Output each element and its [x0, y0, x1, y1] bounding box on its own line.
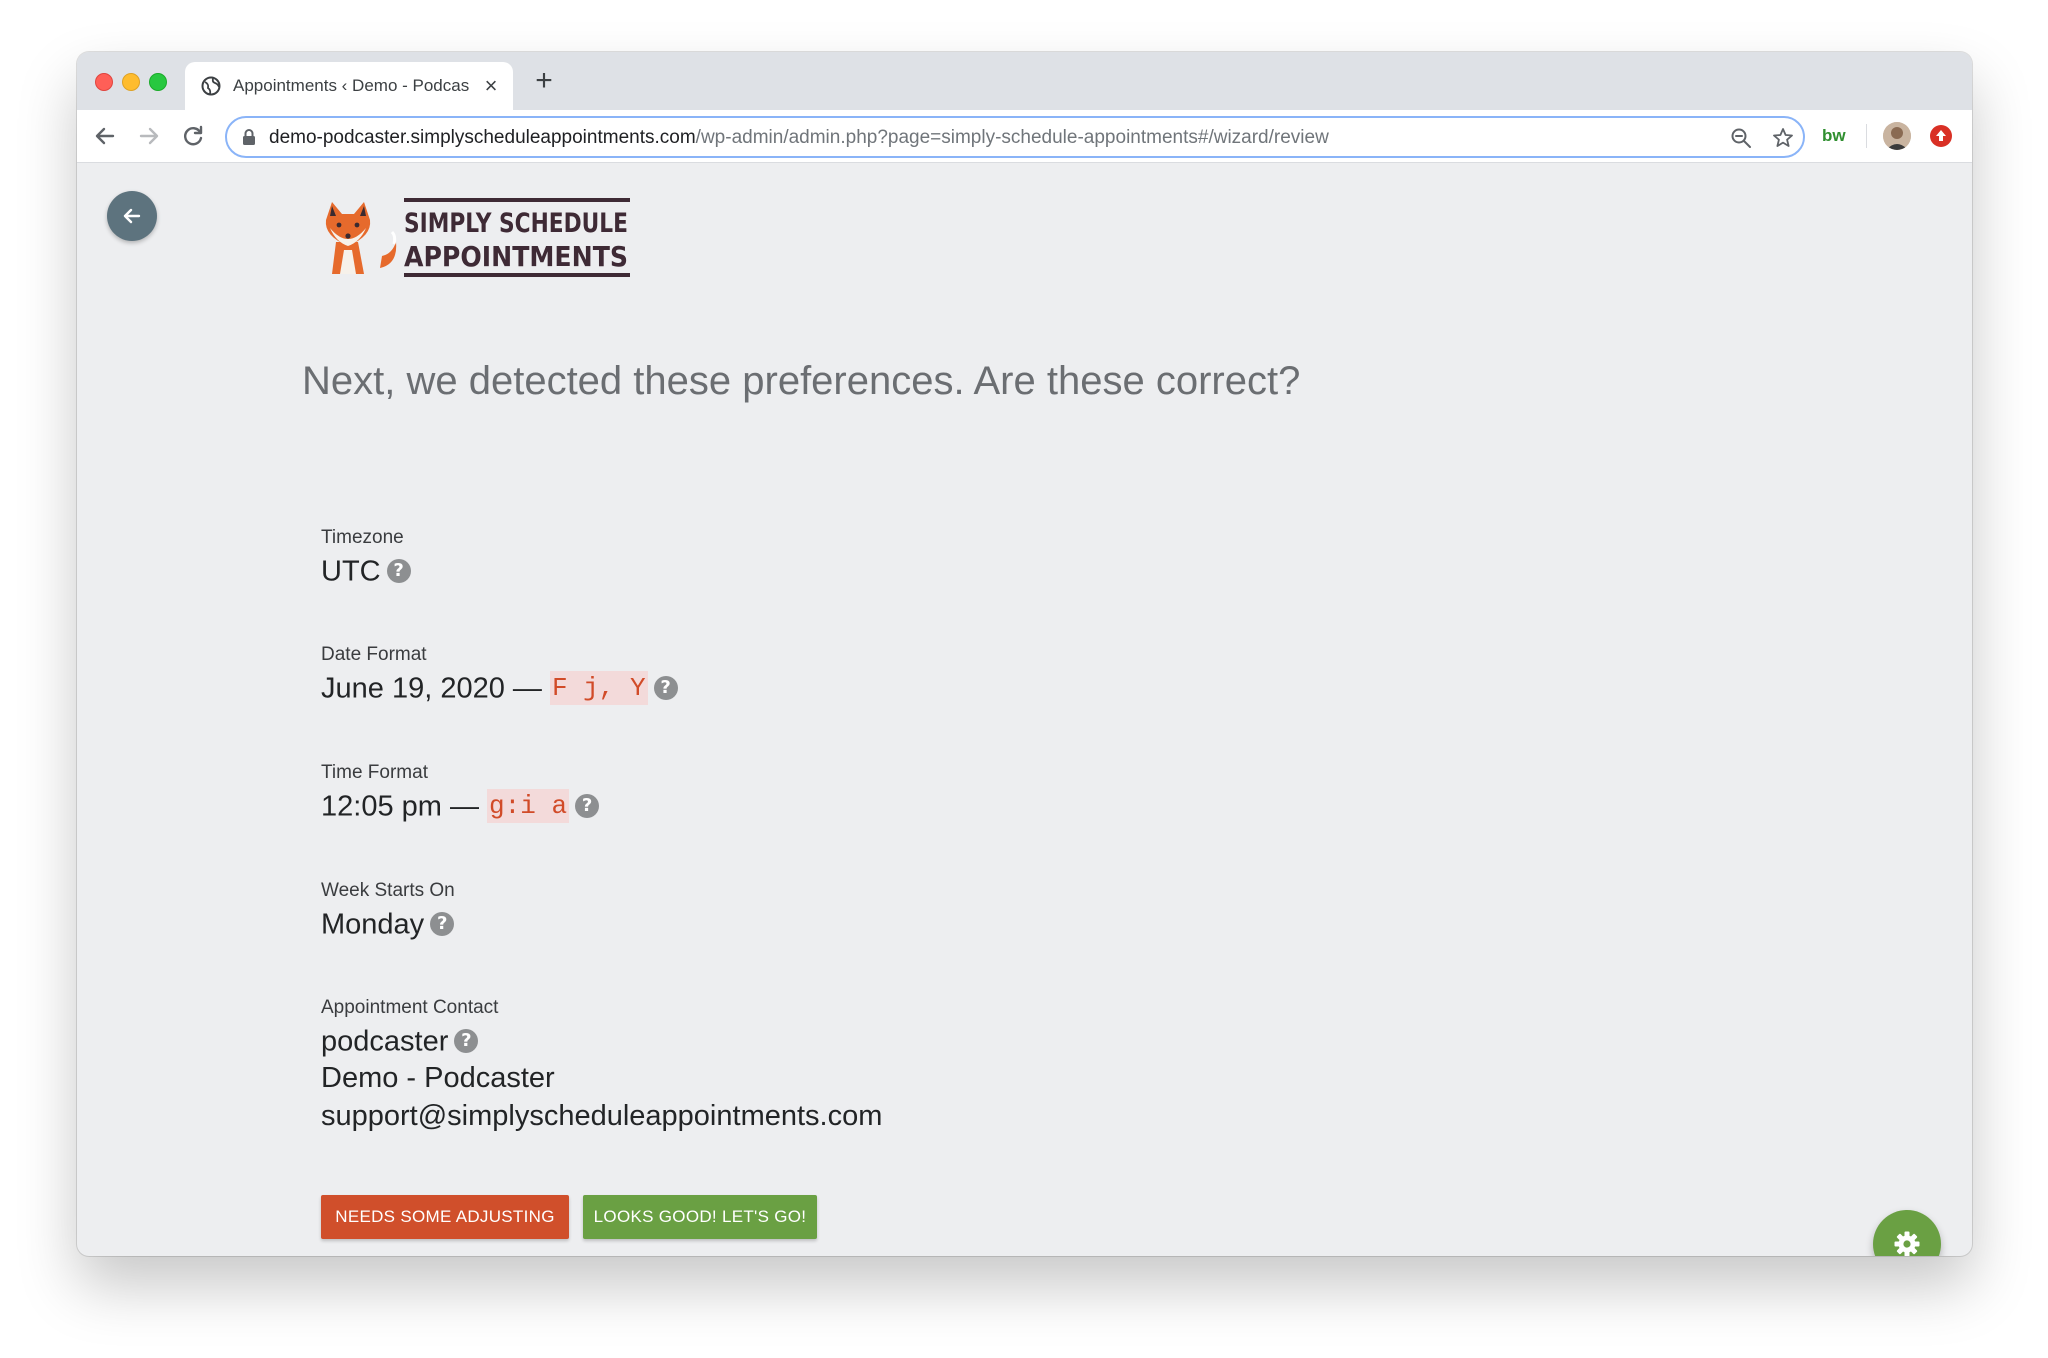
back-arrow-icon[interactable] — [91, 122, 119, 150]
date-format-value: June 19, 2020 — — [321, 672, 542, 705]
date-format-value-row: June 19, 2020 — F j, Y? — [321, 668, 1221, 706]
browser-tab[interactable]: Appointments ‹ Demo - Podcaster × — [185, 62, 513, 110]
appointment-contact-label: Appointment Contact — [321, 997, 499, 1018]
zoom-icon[interactable] — [1729, 126, 1753, 150]
profile-icon — [1883, 122, 1911, 150]
reload-icon[interactable] — [179, 122, 207, 150]
back-button[interactable] — [107, 191, 157, 241]
forward-arrow-icon[interactable] — [135, 122, 163, 150]
title-bar: Appointments ‹ Demo - Podcaster × + — [77, 52, 1972, 110]
logo-line-2: APPOINTMENTS — [404, 240, 628, 273]
time-format-label: Time Format — [321, 762, 428, 783]
settings-button[interactable] — [1873, 1210, 1941, 1256]
timezone-label: Timezone — [321, 527, 404, 548]
date-format-code: F j, Y — [549, 671, 648, 706]
contact-email: support@simplyscheduleappointments.com — [321, 1100, 883, 1132]
url-host: demo-podcaster.simplyscheduleappointment… — [269, 127, 696, 148]
week-start-label: Week Starts On — [321, 880, 455, 901]
contact-name: Demo - Podcaster — [321, 1062, 555, 1094]
arrow-up-icon — [1936, 130, 1946, 141]
help-icon[interactable]: ? — [430, 912, 455, 937]
minimize-window-button[interactable] — [122, 73, 140, 91]
url-text: demo-podcaster.simplyscheduleappointment… — [269, 126, 1329, 150]
close-icon[interactable]: × — [479, 74, 503, 98]
date-format-field: Date Format June 19, 2020 — F j, Y? — [321, 642, 1221, 706]
page-content: SIMPLY SCHEDULE APPOINTMENTS Next, we de… — [77, 163, 1972, 1256]
browser-toolbar: demo-podcaster.simplyscheduleappointment… — [77, 110, 1972, 163]
back-arrow-icon — [123, 208, 141, 224]
close-window-button[interactable] — [95, 73, 113, 91]
toolbar-divider — [1866, 124, 1867, 148]
url-path: /wp-admin/admin.php?page=simply-schedule… — [695, 127, 1329, 148]
contact-username-row: podcaster? — [321, 1021, 1221, 1059]
maximize-window-button[interactable] — [149, 73, 167, 91]
timezone-field: Timezone UTC? — [321, 525, 1221, 589]
week-start-value-row: Monday? — [321, 904, 1221, 942]
bitwarden-extension[interactable]: bw — [1822, 124, 1858, 148]
looks-good-button[interactable]: LOOKS GOOD! LET'S GO! — [583, 1195, 817, 1239]
browser-window: Appointments ‹ Demo - Podcaster × + demo… — [77, 52, 1972, 1256]
plus-icon[interactable]: + — [529, 66, 559, 96]
fox-logo-icon — [325, 202, 397, 274]
time-format-value-row: 12:05 pm — g:i a? — [321, 786, 1221, 824]
avatar[interactable] — [1883, 122, 1911, 150]
help-icon[interactable]: ? — [575, 794, 600, 819]
app-logo: SIMPLY SCHEDULE APPOINTMENTS — [325, 198, 630, 277]
timezone-value-row: UTC? — [321, 551, 1221, 589]
appointment-contact-field: Appointment Contact podcaster? Demo - Po… — [321, 995, 1221, 1135]
contact-username: podcaster — [321, 1025, 449, 1058]
address-bar[interactable]: demo-podcaster.simplyscheduleappointment… — [225, 116, 1805, 158]
date-format-label: Date Format — [321, 644, 427, 665]
needs-adjusting-button[interactable]: NEEDS SOME ADJUSTING — [321, 1195, 569, 1239]
timezone-value: UTC — [321, 555, 381, 588]
help-icon[interactable]: ? — [386, 559, 411, 584]
tab-title: Appointments ‹ Demo - Podcaster — [233, 76, 469, 95]
week-start-value: Monday — [321, 908, 425, 941]
lock-icon — [243, 129, 255, 145]
time-format-field: Time Format 12:05 pm — g:i a? — [321, 760, 1221, 824]
update-extension-icon[interactable] — [1930, 125, 1952, 147]
help-icon[interactable]: ? — [653, 676, 678, 701]
gear-icon — [1894, 1231, 1920, 1256]
globe-icon — [201, 76, 221, 96]
time-format-value: 12:05 pm — — [321, 790, 479, 823]
help-icon[interactable]: ? — [454, 1029, 479, 1054]
logo-line-1: SIMPLY SCHEDULE — [404, 208, 628, 239]
page-title: Next, we detected these preferences. Are… — [302, 359, 1301, 403]
week-start-field: Week Starts On Monday? — [321, 878, 1221, 942]
star-icon[interactable] — [1771, 126, 1795, 150]
time-format-code: g:i a — [487, 789, 570, 824]
